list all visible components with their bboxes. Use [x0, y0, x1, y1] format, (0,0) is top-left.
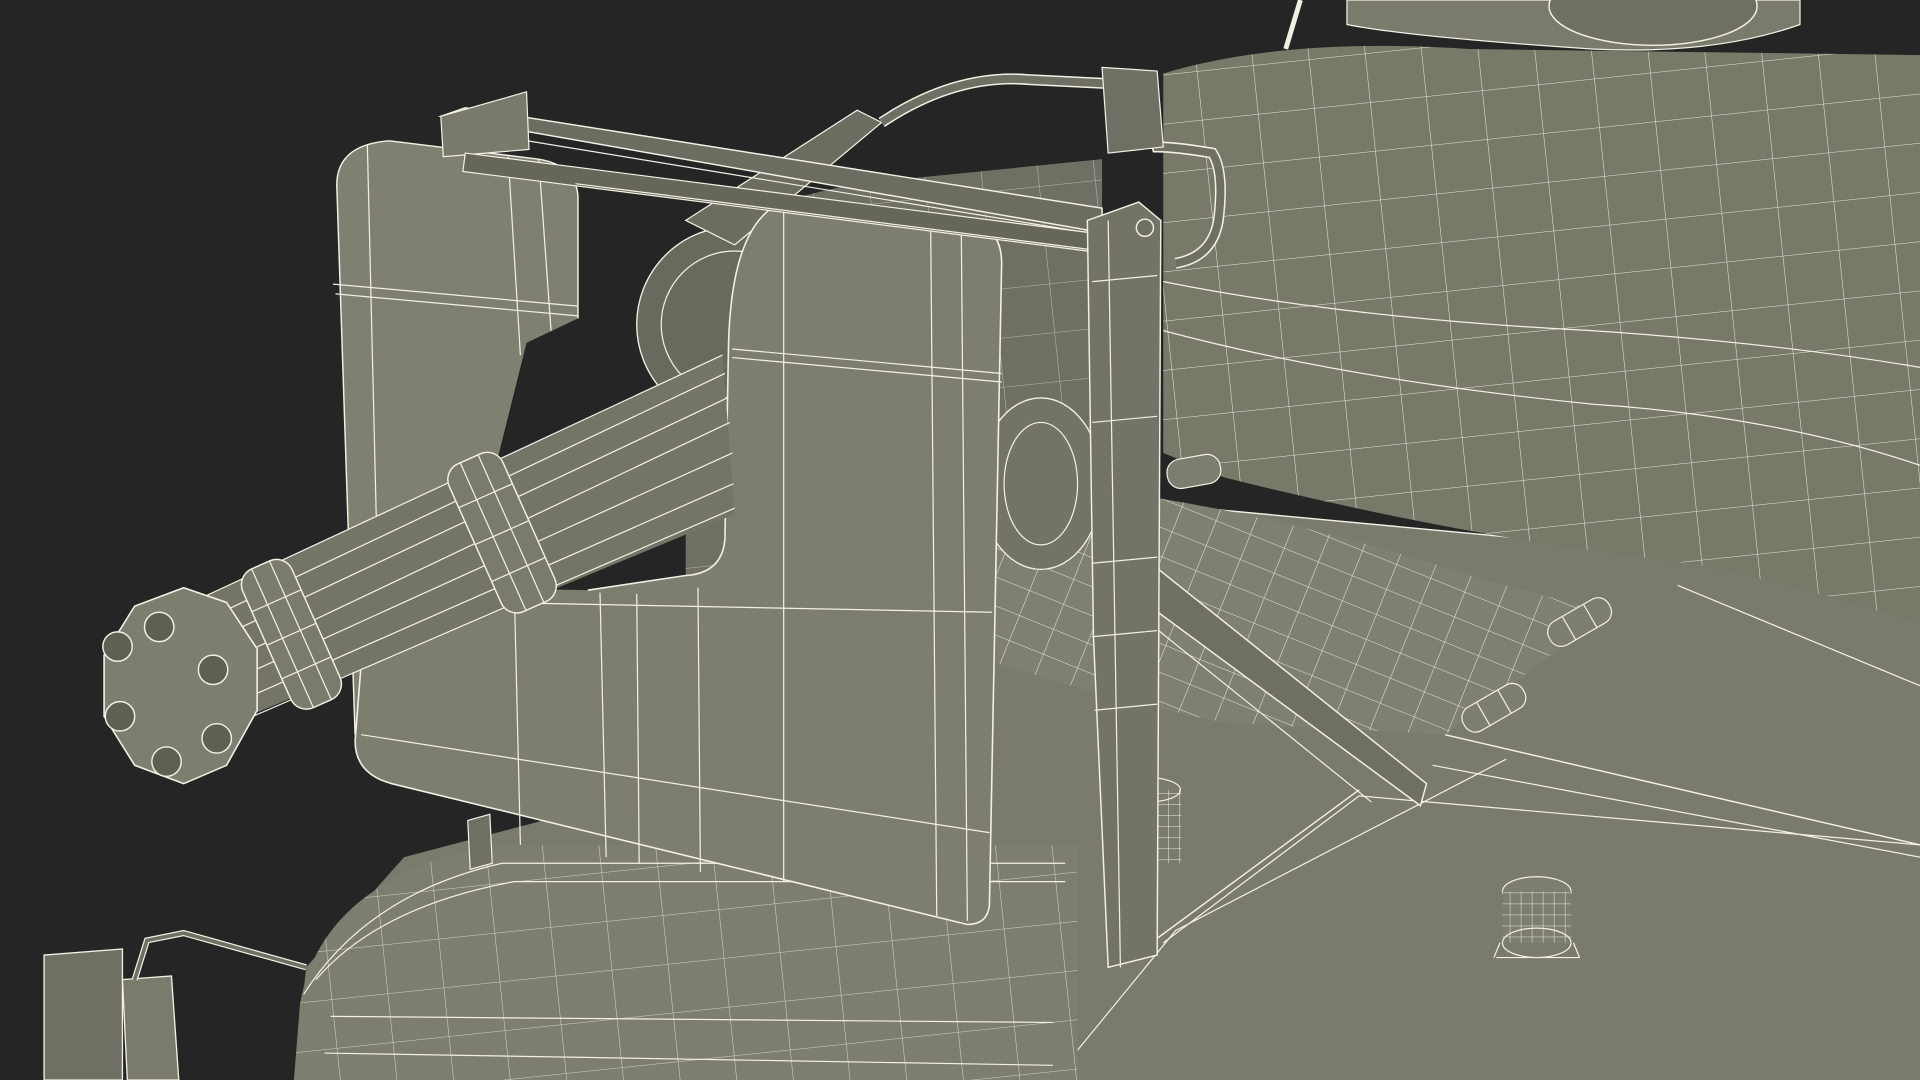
render-viewport [0, 0, 1920, 1080]
render-canvas [0, 0, 1920, 1080]
